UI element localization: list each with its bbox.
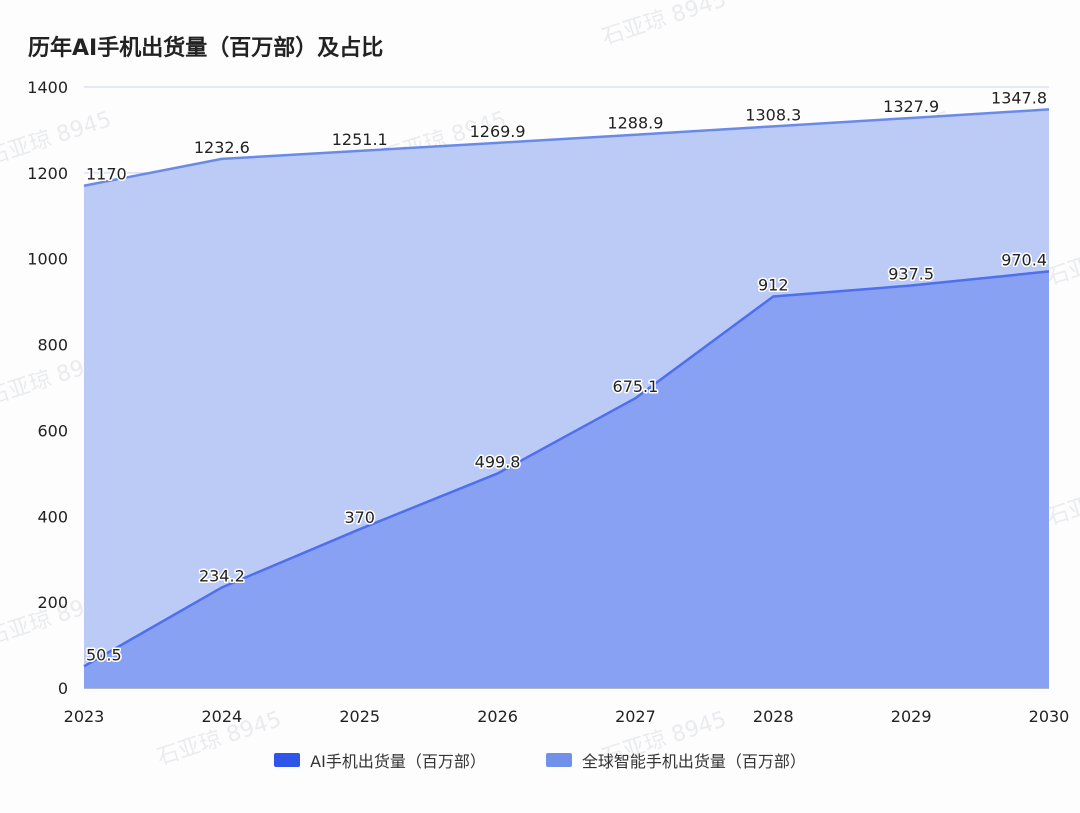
y-tick-label: 1000	[27, 250, 68, 269]
x-tick-label: 2023	[64, 707, 105, 726]
y-tick-label: 1400	[27, 78, 68, 97]
legend-item-ai[interactable]: AI手机出货量（百万部）	[274, 748, 486, 772]
y-tick-label: 1200	[27, 164, 68, 183]
y-tick-label: 400	[37, 507, 68, 526]
y-tick-label: 0	[58, 679, 68, 698]
watermark-text: 石亚琼 8945	[1044, 467, 1080, 531]
data-label-ai: 970.4	[1001, 250, 1047, 269]
legend-swatch-global	[545, 753, 572, 767]
y-tick-label: 200	[37, 593, 68, 612]
x-tick-label: 2028	[753, 707, 794, 726]
data-label-global: 1170	[86, 165, 127, 184]
legend-swatch-ai	[274, 753, 301, 767]
x-tick-label: 2025	[339, 707, 380, 726]
area-layer	[83, 108, 1050, 689]
y-tick-label: 600	[37, 421, 68, 440]
y-tick-label: 800	[37, 336, 68, 355]
data-label-global: 1232.6	[194, 138, 250, 157]
data-label-global: 1308.3	[745, 105, 801, 124]
data-label-global: 1288.9	[607, 114, 663, 133]
data-label-global: 1347.8	[991, 88, 1047, 107]
data-label-ai: 675.1	[613, 377, 659, 396]
legend-item-global[interactable]: 全球智能手机出货量（百万部）	[545, 748, 806, 772]
legend-label-global: 全球智能手机出货量（百万部）	[581, 752, 806, 771]
watermark-text: 石亚琼 8945	[0, 107, 115, 171]
watermark-text: 石亚琼 8945	[599, 0, 729, 51]
x-tick-label: 2029	[891, 707, 932, 726]
x-tick-label: 2026	[477, 707, 518, 726]
data-label-ai: 937.5	[888, 265, 934, 284]
data-label-ai: 370	[344, 508, 375, 527]
data-label-ai: 234.2	[199, 566, 245, 585]
data-label-global: 1251.1	[332, 130, 388, 149]
data-label-global: 1269.9	[470, 122, 526, 141]
x-tick-label: 2024	[201, 707, 242, 726]
data-label-ai: 50.5	[86, 645, 122, 664]
legend: AI手机出货量（百万部） 全球智能手机出货量（百万部）	[0, 748, 1080, 772]
x-tick-label: 2030	[1029, 707, 1070, 726]
x-tick-label: 2027	[615, 707, 656, 726]
data-label-global: 1327.9	[883, 97, 939, 116]
area-chart: 石亚琼 8945石亚琼 8945石亚琼 8945 石亚琼 8945石亚琼 8945…	[0, 0, 1080, 771]
legend-label-ai: AI手机出货量（百万部）	[310, 752, 486, 771]
data-label-ai: 499.8	[475, 452, 521, 471]
data-label-ai: 912	[758, 275, 789, 294]
watermark-text: 石亚琼 8945	[1044, 227, 1080, 291]
